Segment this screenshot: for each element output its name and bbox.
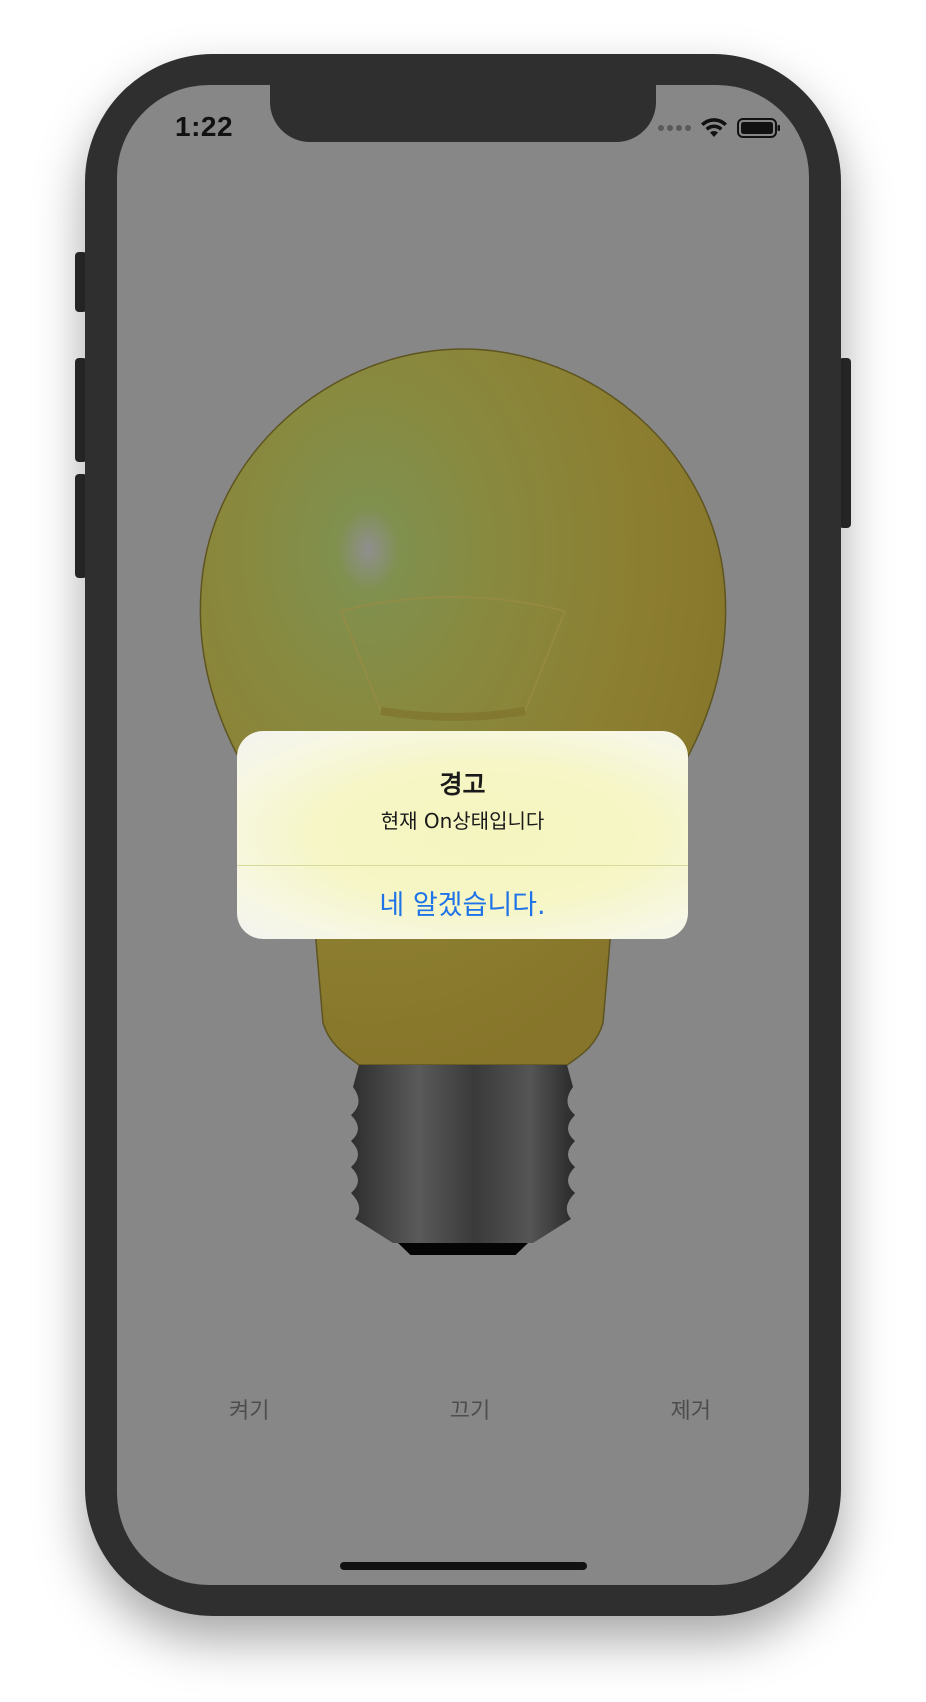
alert-confirm-button[interactable]: 네 알겠습니다.: [237, 866, 688, 939]
status-time: 1:22: [175, 111, 234, 142]
battery-icon: [737, 118, 780, 138]
status-icons: [658, 115, 781, 141]
notch: [270, 85, 656, 142]
alert-message: 현재 On상태입니다: [380, 809, 545, 833]
bottom-toolbar: 켜기 끄기 제거: [117, 1393, 809, 1425]
turn-on-button[interactable]: 켜기: [229, 1393, 269, 1425]
screen: 1:22 경고 현재 On상태입니다 네 알겠습니다. 켜기 끄기 제거: [117, 85, 809, 1585]
alert-dialog: 경고 현재 On상태입니다 네 알겠습니다.: [237, 731, 688, 939]
remove-button[interactable]: 제거: [671, 1393, 711, 1425]
turn-off-button[interactable]: 끄기: [450, 1393, 490, 1425]
stage: 1:22 경고 현재 On상태입니다 네 알겠습니다. 켜기 끄기 제거: [0, 0, 926, 1702]
alert-title: 경고: [439, 770, 486, 799]
home-indicator[interactable]: [340, 1562, 587, 1570]
cellular-signal-icon: [658, 125, 691, 131]
wifi-icon: [701, 118, 727, 137]
